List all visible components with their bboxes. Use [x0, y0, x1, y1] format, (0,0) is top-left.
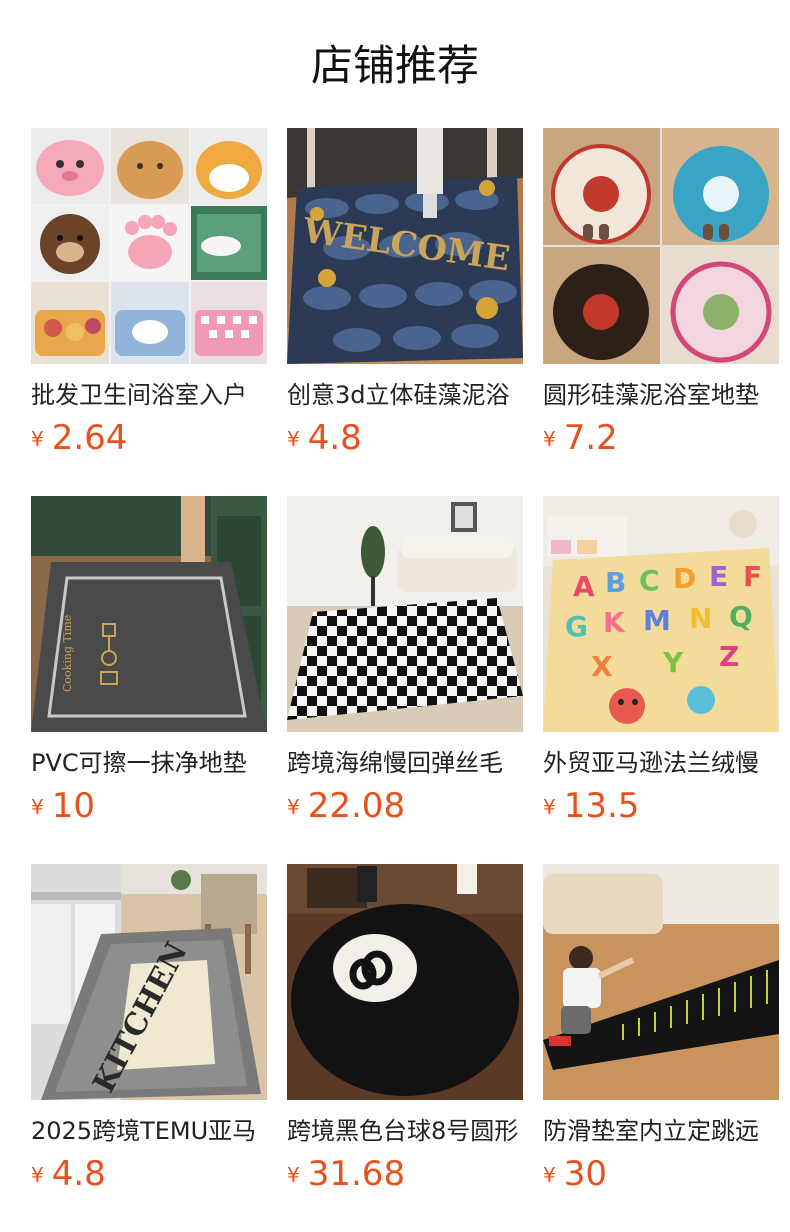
product-image[interactable]: WELCOME: [287, 128, 523, 364]
product-price: ¥10: [31, 786, 95, 826]
svg-text:G: G: [565, 610, 588, 643]
product-price: ¥30: [543, 1154, 607, 1194]
svg-text:M: M: [643, 604, 671, 637]
product-card[interactable]: 批发卫生间浴室入户 ¥2.64: [31, 128, 267, 468]
svg-text:Y: Y: [662, 646, 684, 679]
product-name[interactable]: PVC可擦一抹净地垫: [31, 746, 267, 780]
price-amount: 7.2: [563, 418, 618, 458]
product-card[interactable]: 跨境黑色台球8号圆形 ¥31.68: [287, 864, 523, 1204]
product-image[interactable]: Cooking Time: [31, 496, 267, 732]
svg-text:X: X: [591, 650, 613, 683]
price-amount: 13.5: [563, 786, 640, 826]
currency-symbol: ¥: [287, 427, 300, 451]
product-card[interactable]: 圆形硅藻泥浴室地垫 ¥7.2: [543, 128, 779, 468]
svg-text:F: F: [743, 560, 762, 593]
svg-text:Q: Q: [729, 600, 753, 633]
svg-text:A: A: [573, 570, 595, 603]
product-card[interactable]: A B C D E F G K M N Q X Y Z 外贸亚马逊法兰绒慢 ¥ …: [543, 496, 779, 836]
svg-text:Z: Z: [719, 640, 739, 673]
currency-symbol: ¥: [31, 795, 44, 819]
product-name[interactable]: 2025跨境TEMU亚马: [31, 1114, 267, 1148]
product-image[interactable]: [287, 864, 523, 1100]
product-card[interactable]: 防滑垫室内立定跳远 ¥30: [543, 864, 779, 1204]
svg-text:N: N: [689, 602, 712, 635]
svg-text:K: K: [603, 606, 626, 639]
currency-symbol: ¥: [31, 427, 44, 451]
currency-symbol: ¥: [31, 1163, 44, 1187]
product-image[interactable]: [287, 496, 523, 732]
currency-symbol: ¥: [287, 795, 300, 819]
product-price: ¥4.8: [31, 1154, 106, 1194]
currency-symbol: ¥: [543, 795, 556, 819]
product-name[interactable]: 圆形硅藻泥浴室地垫: [543, 378, 779, 412]
product-price: ¥7.2: [543, 418, 618, 458]
svg-text:D: D: [673, 562, 696, 595]
price-amount: 4.8: [307, 418, 362, 458]
product-name[interactable]: 批发卫生间浴室入户: [31, 378, 267, 412]
product-image[interactable]: [543, 864, 779, 1100]
price-amount: 10: [51, 786, 95, 826]
svg-text:B: B: [605, 566, 626, 599]
product-price: ¥4.8: [287, 418, 362, 458]
page-title: 店铺推荐: [310, 41, 479, 90]
currency-symbol: ¥: [287, 1163, 300, 1187]
product-name[interactable]: 跨境海绵慢回弹丝毛: [287, 746, 523, 780]
product-name[interactable]: 创意3d立体硅藻泥浴: [287, 378, 523, 412]
currency-symbol: ¥: [543, 1163, 556, 1187]
price-amount: 4.8: [51, 1154, 106, 1194]
product-card[interactable]: Cooking Time PVC可擦一抹净地垫 ¥10: [31, 496, 267, 836]
product-price: ¥31.68: [287, 1154, 405, 1194]
product-card[interactable]: KITCHEN 2025跨境TEMU亚马 ¥4.8: [31, 864, 267, 1204]
price-amount: 31.68: [307, 1154, 406, 1194]
product-image[interactable]: KITCHEN: [31, 864, 267, 1100]
svg-text:E: E: [709, 560, 728, 593]
product-image[interactable]: A B C D E F G K M N Q X Y Z: [543, 496, 779, 732]
product-card[interactable]: 跨境海绵慢回弹丝毛 ¥22.08: [287, 496, 523, 836]
product-name[interactable]: 防滑垫室内立定跳远: [543, 1114, 779, 1148]
product-price: ¥22.08: [287, 786, 405, 826]
product-image[interactable]: [31, 128, 267, 364]
price-amount: 22.08: [307, 786, 406, 826]
price-amount: 30: [563, 1154, 607, 1194]
product-name[interactable]: 外贸亚马逊法兰绒慢: [543, 746, 779, 780]
product-price: ¥13.5: [543, 786, 639, 826]
product-price: ¥2.64: [31, 418, 127, 458]
svg-text:Cooking Time: Cooking Time: [61, 615, 74, 692]
product-name[interactable]: 跨境黑色台球8号圆形: [287, 1114, 523, 1148]
currency-symbol: ¥: [543, 427, 556, 451]
product-card[interactable]: WELCOME 创意3d立体硅藻泥浴 ¥4.8: [287, 128, 523, 468]
svg-text:C: C: [639, 564, 660, 597]
price-amount: 2.64: [51, 418, 128, 458]
product-image[interactable]: [543, 128, 779, 364]
